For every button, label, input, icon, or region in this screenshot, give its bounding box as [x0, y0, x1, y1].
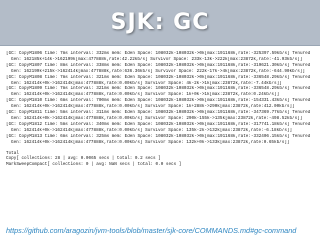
log-line-continued: Gen: 162185k+14k->162199k[max:477888k,ra…	[11, 56, 303, 62]
log-line: [GC: CopyM1808 time: 7ms interval: 321ms…	[6, 74, 311, 80]
log-entry: [GC: CopyM1812 time: 5ms interval: 340ms…	[6, 122, 314, 134]
page-title: SJK: GC	[110, 10, 210, 35]
log-entry: [GC: CopyM1809 time: 7ms interval: 321ms…	[6, 86, 314, 98]
log-line-continued: Gen: 162414k+0k->162414k[max:477888k,rat…	[11, 139, 290, 145]
log-entry: [GC: CopyM1806 time: 7ms interval: 332ms…	[6, 51, 314, 63]
gc-summary: Total Copy[ collections: 28 | avg: 0.006…	[6, 151, 314, 169]
log-entry: [GC: CopyM1813 time: 6ms interval: 325ms…	[6, 134, 314, 146]
log-line: [GC: CopyM1813 time: 6ms interval: 325ms…	[6, 133, 311, 139]
log-line-continued: Gen: 162414k+0k->162414k[max:477888k,rat…	[11, 115, 303, 121]
log-entry: [GC: CopyM1810 time: 6ms interval: 700ms…	[6, 98, 314, 110]
log-entry: [GC: CopyM1811 time: 5ms interval: 311ms…	[6, 110, 314, 122]
docs-link[interactable]: https://github.com/aragozin/jvm-tools/bl…	[6, 226, 314, 236]
log-line: [GC: CopyM1812 time: 5ms interval: 340ms…	[6, 121, 311, 127]
log-line-continued: Gen: 162199k+215k->162414k[max:477888k,r…	[11, 68, 305, 74]
log-entry: [GC: CopyM1808 time: 7ms interval: 321ms…	[6, 75, 314, 87]
log-line-continued: Gen: 162414k+0k->162414k[max:477888k,rat…	[11, 127, 293, 133]
log-entry: [GC: CopyM1807 time: 8ms interval: 338ms…	[6, 63, 314, 75]
summary-marksweep-stats: MarkSweepCompact[ collections: 0 | avg: …	[6, 162, 182, 168]
console-output: [GC: CopyM1806 time: 7ms interval: 332ms…	[6, 51, 314, 216]
log-line: [GC: CopyM1807 time: 8ms interval: 338ms…	[6, 62, 311, 68]
title-bar: SJK: GC	[0, 0, 320, 46]
